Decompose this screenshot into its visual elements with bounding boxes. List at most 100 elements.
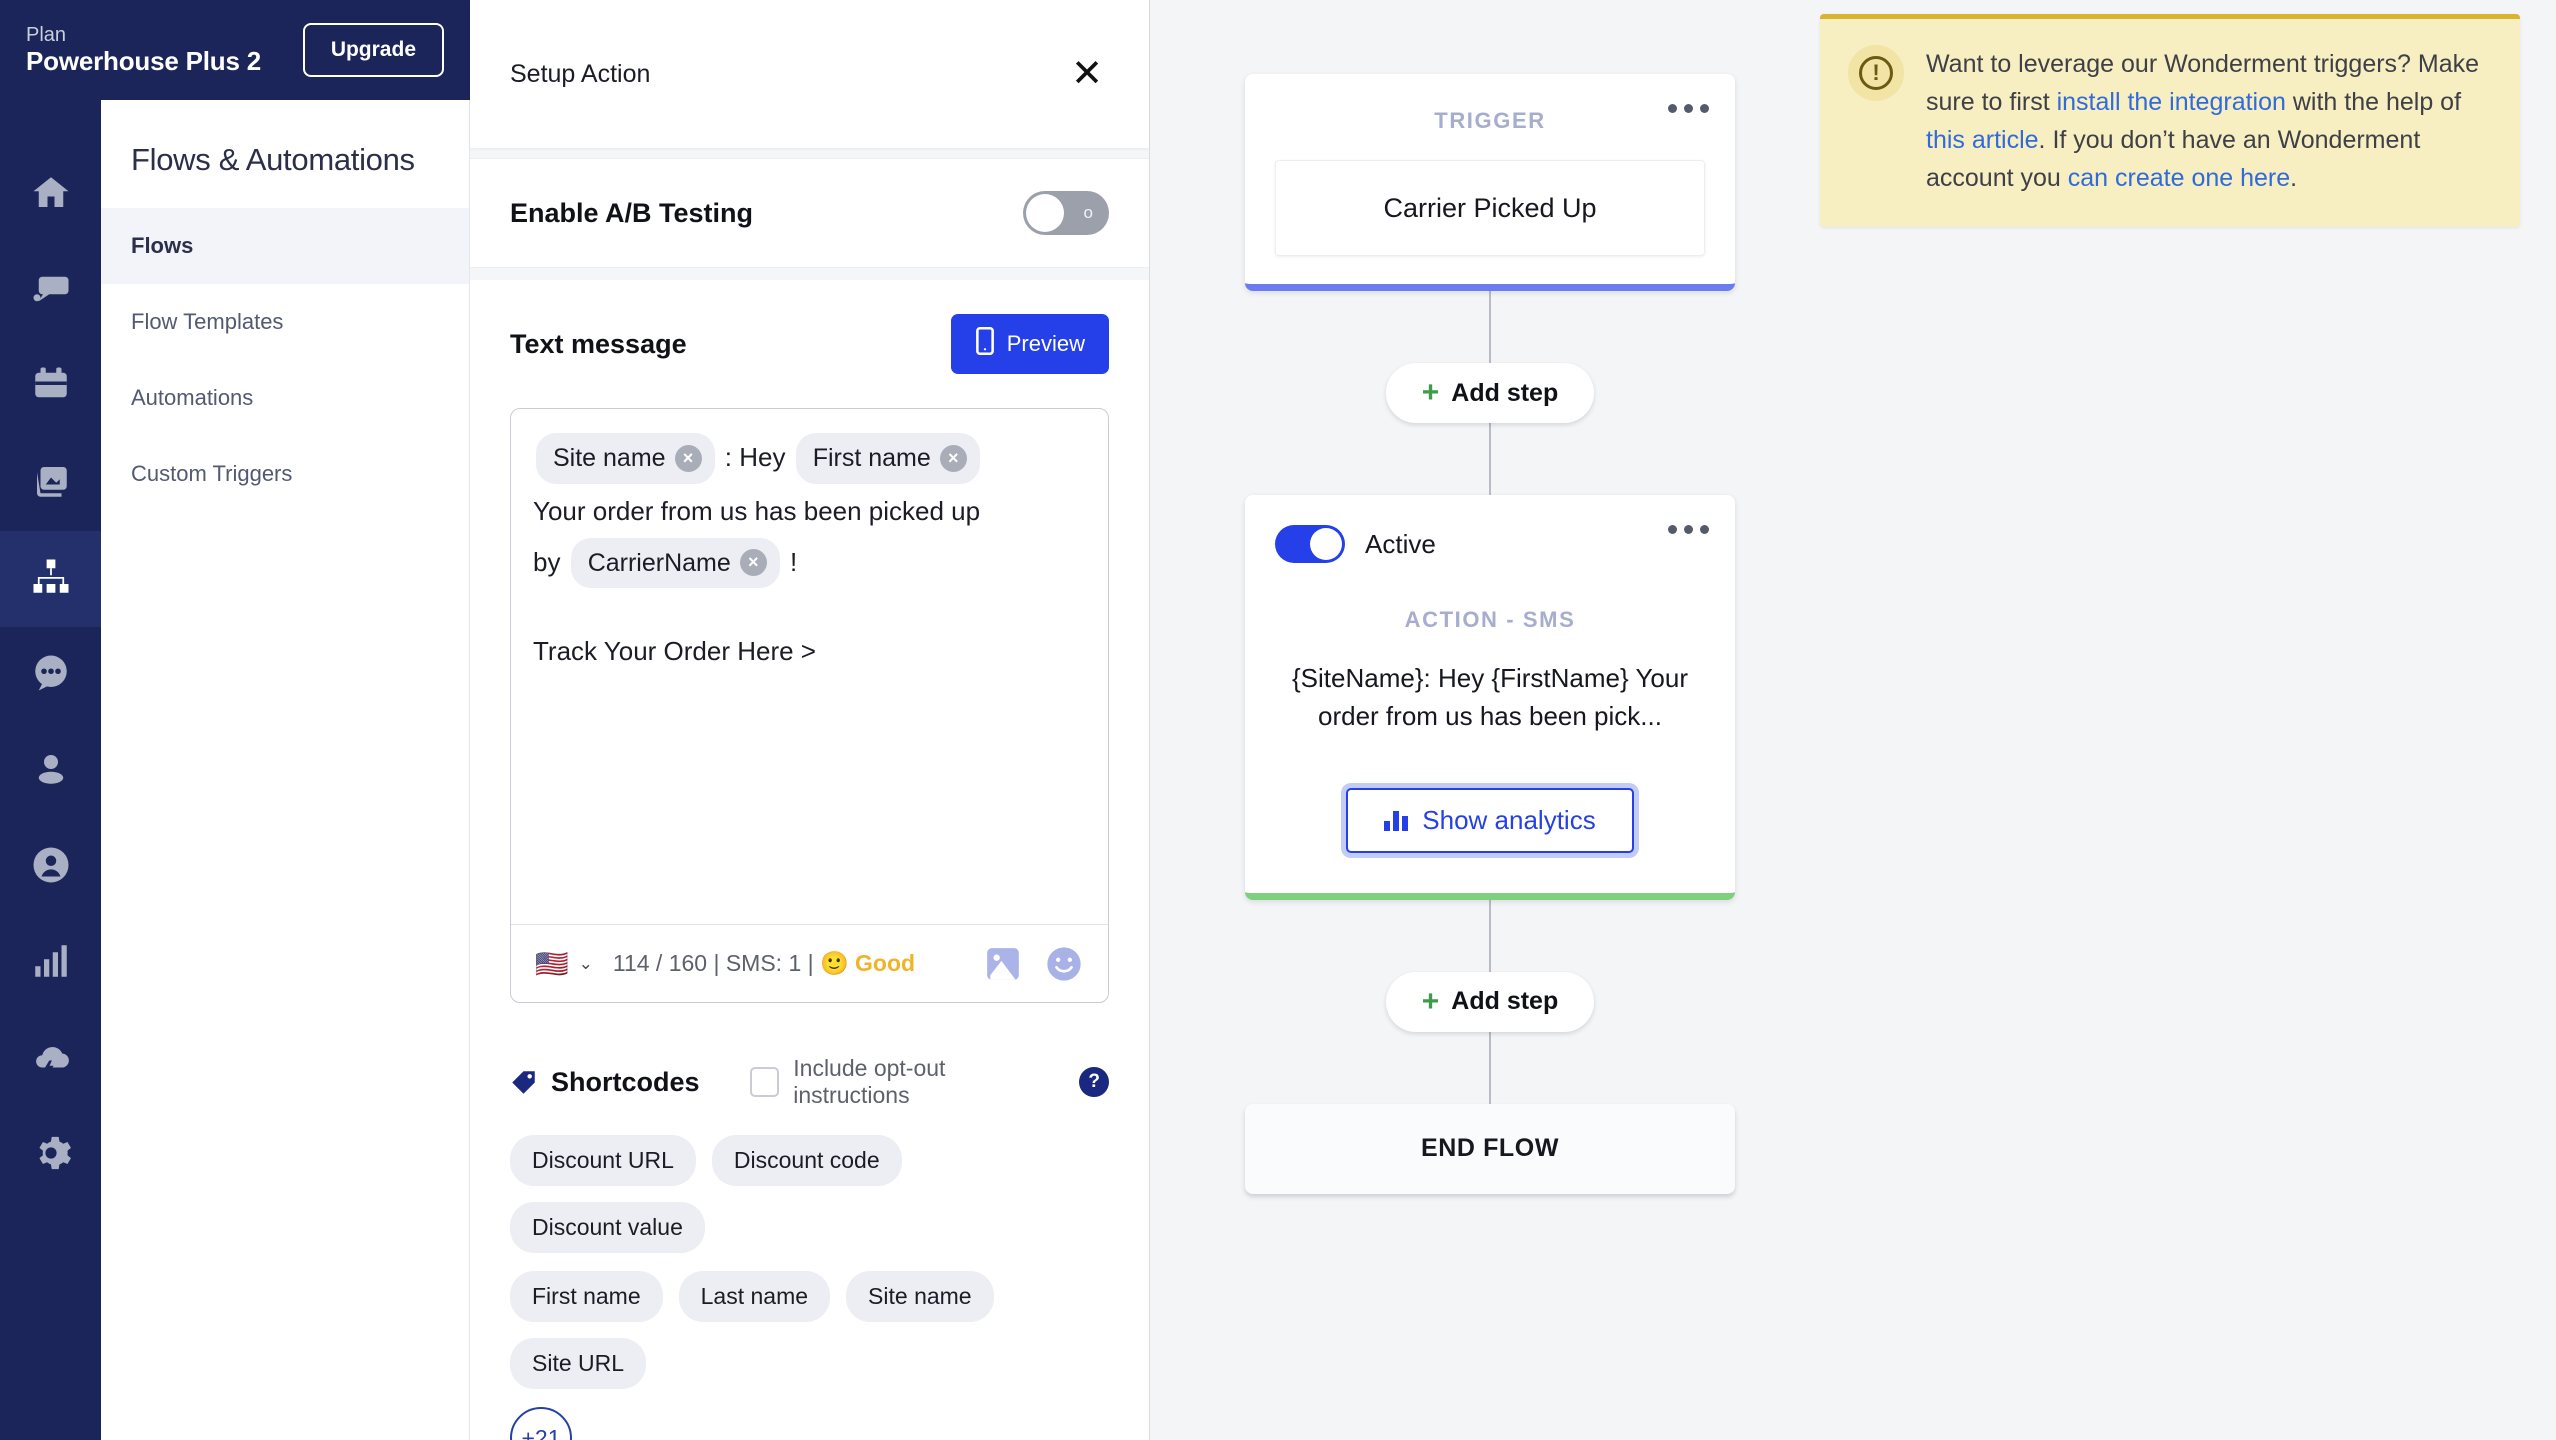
message-composer[interactable]: Site name × : Hey First name × Your orde…	[510, 408, 1109, 1003]
rail-item-flows[interactable]	[0, 531, 101, 627]
shortcode-last-name[interactable]: Last name	[678, 1271, 831, 1322]
add-step-label: Add step	[1451, 378, 1559, 407]
sidebar-item-label: Flow Templates	[131, 309, 284, 334]
chip-label: CarrierName	[587, 548, 731, 577]
help-icon[interactable]: ?	[1079, 1067, 1109, 1097]
composer-line-4: Track Your Order Here >	[533, 636, 816, 667]
shortcodes-header: Shortcodes Include opt-out instructions …	[510, 1055, 1109, 1109]
rail-item-contacts[interactable]	[0, 723, 101, 819]
shortcode-discount-url[interactable]: Discount URL	[510, 1135, 696, 1186]
sidebar-item-flows[interactable]: Flows	[101, 208, 469, 284]
trigger-more-icon[interactable]	[1668, 104, 1709, 113]
ab-testing-label: Enable A/B Testing	[510, 197, 754, 228]
alert-icon: !	[1848, 45, 1904, 101]
connector-line	[1489, 1031, 1491, 1104]
section-nav: Flows & Automations Flows Flow Templates…	[101, 100, 470, 1440]
chip-remove-icon[interactable]: ×	[939, 444, 967, 472]
action-node-header: Active	[1275, 525, 1709, 563]
image-upload-icon[interactable]	[984, 945, 1022, 983]
rail-item-settings[interactable]	[0, 1107, 101, 1203]
create-account-link[interactable]: can create one here	[2068, 164, 2290, 192]
rail-item-automations[interactable]	[0, 1011, 101, 1107]
action-active-toggle[interactable]	[1275, 525, 1345, 563]
shortcodes-more-button[interactable]: +21	[510, 1407, 572, 1440]
optout-checkbox[interactable]	[749, 1067, 780, 1097]
rail-item-account[interactable]	[0, 819, 101, 915]
chip-label: First name	[812, 444, 931, 472]
plus-icon: +	[1421, 984, 1440, 1018]
home-icon	[30, 172, 72, 219]
optout-label: Include opt-out instructions	[793, 1055, 946, 1108]
flow-canvas: TRIGGER Carrier Picked Up + Add step Act…	[1150, 0, 2556, 1440]
ab-testing-row: Enable A/B Testing o	[470, 158, 1149, 268]
preview-button[interactable]: Preview	[950, 314, 1109, 374]
sidebar-item-custom-triggers[interactable]: Custom Triggers	[101, 436, 469, 512]
rail-item-inbox[interactable]	[0, 243, 101, 339]
notice-segment-2: with the help of	[2285, 88, 2462, 116]
analytics-button-wrap: Show analytics	[1275, 787, 1705, 893]
gear-icon	[30, 1132, 72, 1179]
add-step-button-bottom[interactable]: + Add step	[1385, 971, 1595, 1032]
rail-item-analytics[interactable]	[0, 915, 101, 1011]
rail-item-media[interactable]	[0, 435, 101, 531]
install-integration-link[interactable]: install the integration	[2057, 88, 2286, 116]
user-circle-icon	[30, 844, 72, 891]
rail-item-home[interactable]	[0, 147, 101, 243]
add-step-button-top[interactable]: + Add step	[1385, 363, 1595, 423]
chip-remove-icon[interactable]: ×	[674, 444, 702, 472]
chip-carrier-name[interactable]: CarrierName ×	[570, 537, 780, 589]
show-analytics-button[interactable]: Show analytics	[1346, 787, 1634, 853]
shortcode-row-2: First name Last name Site name Site URL	[510, 1271, 1109, 1389]
action-node[interactable]: Active ACTION - SMS {SiteName}: Hey {Fir…	[1245, 495, 1735, 900]
rail-item-messages[interactable]	[0, 627, 101, 723]
bar-chart-icon	[1384, 809, 1409, 832]
notice-text: Want to leverage our Wonderment triggers…	[1926, 45, 2490, 197]
country-flag-icon[interactable]: 🇺🇸	[535, 948, 569, 980]
icon-rail	[0, 0, 101, 1440]
plus-icon: +	[1421, 376, 1440, 409]
shortcode-site-url[interactable]: Site URL	[510, 1338, 647, 1389]
connector-line	[1489, 291, 1491, 363]
chip-first-name[interactable]: First name ×	[795, 433, 980, 484]
composer-line-2: Your order from us has been picked up	[533, 495, 981, 526]
calendar-icon	[30, 364, 72, 411]
connector-line	[1489, 899, 1491, 972]
shortcode-first-name[interactable]: First name	[510, 1271, 663, 1322]
composer-footer: 🇺🇸 ⌄ 114 / 160 | SMS: 1 | 🙂 Good	[511, 924, 1108, 1002]
close-icon[interactable]: ✕	[1065, 52, 1109, 96]
shortcode-discount-value[interactable]: Discount value	[510, 1202, 705, 1253]
chevron-down-icon[interactable]: ⌄	[579, 954, 593, 974]
shortcodes-title: Shortcodes	[551, 1066, 700, 1097]
shortcode-discount-code[interactable]: Discount code	[711, 1135, 902, 1186]
ab-testing-toggle[interactable]: o	[1023, 191, 1109, 235]
page-title: Flows & Automations	[131, 142, 415, 177]
composer-line-3: by CarrierName × !	[533, 537, 1086, 589]
this-article-link[interactable]: this article	[1926, 126, 2039, 154]
trigger-node[interactable]: TRIGGER Carrier Picked Up	[1245, 74, 1735, 291]
text-message-header: Text message Preview	[510, 314, 1109, 374]
flows-sitemap-icon	[30, 556, 72, 603]
chip-site-name[interactable]: Site name ×	[536, 433, 715, 484]
composer-body[interactable]: Site name × : Hey First name × Your orde…	[511, 409, 1108, 924]
action-message-preview: {SiteName}: Hey {FirstName} Your order f…	[1292, 663, 1688, 732]
shortcode-site-name[interactable]: Site name	[846, 1271, 994, 1322]
add-step-label: Add step	[1451, 987, 1559, 1016]
sidebar-item-flow-templates[interactable]: Flow Templates	[101, 284, 469, 360]
plan-info: Plan Powerhouse Plus 2	[26, 24, 261, 77]
sidebar-item-label: Flows	[131, 233, 194, 258]
emoji-picker-icon[interactable]	[1044, 944, 1084, 984]
upgrade-button[interactable]: Upgrade	[302, 23, 444, 77]
action-more-icon[interactable]	[1668, 525, 1709, 534]
end-flow-node[interactable]: END FLOW	[1245, 1103, 1735, 1194]
toggle-knob	[1310, 528, 1342, 560]
sidebar-item-automations[interactable]: Automations	[101, 360, 469, 436]
rail-item-calendar[interactable]	[0, 339, 101, 435]
trigger-kicker: TRIGGER	[1434, 108, 1546, 133]
messages-icon	[30, 652, 72, 699]
quality-label: Good	[855, 950, 916, 976]
chip-remove-icon[interactable]: ×	[739, 549, 767, 577]
app-root: Plan Powerhouse Plus 2 Upgrade Flows & A…	[0, 0, 2556, 1440]
show-analytics-label: Show analytics	[1422, 804, 1596, 835]
panel-title: Setup Action	[510, 59, 651, 88]
flow-column: TRIGGER Carrier Picked Up + Add step Act…	[1245, 0, 1735, 1194]
